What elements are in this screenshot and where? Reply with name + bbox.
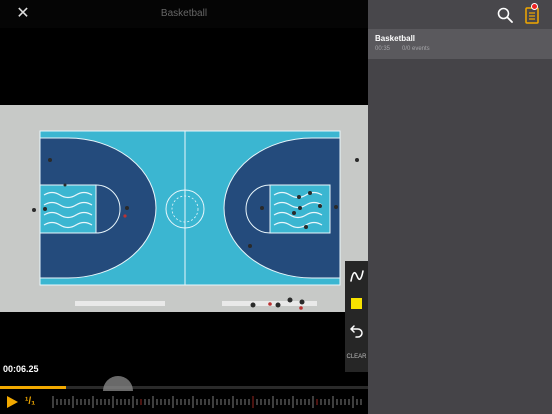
video-frame[interactable] bbox=[0, 105, 368, 312]
play-icon[interactable] bbox=[4, 394, 20, 410]
scrub-track[interactable] bbox=[0, 386, 368, 389]
session-title: Basketball bbox=[375, 34, 416, 43]
session-events-count: 0/0 events bbox=[402, 46, 430, 52]
timeline-ticks[interactable] bbox=[52, 395, 362, 409]
timecode-label: 00:06.25 bbox=[3, 364, 39, 374]
undo-icon[interactable] bbox=[345, 317, 368, 345]
playback-speed[interactable]: ¹/₁ bbox=[25, 396, 35, 407]
session-duration: 00:35 bbox=[375, 46, 391, 52]
basketball-court-image bbox=[0, 105, 368, 312]
drawing-toolbar: CLEAR bbox=[345, 261, 368, 372]
playback-bar: ¹/₁ bbox=[0, 391, 368, 414]
freehand-pen-icon[interactable] bbox=[345, 263, 368, 289]
sessions-sidebar: Basketball 00:35 0/0 events bbox=[368, 0, 552, 414]
scrub-progress bbox=[0, 386, 67, 389]
window-title: Basketball bbox=[160, 8, 208, 19]
session-list-item[interactable]: Basketball 00:35 0/0 events bbox=[368, 29, 552, 59]
top-bar: ✕ Basketball bbox=[0, 0, 368, 28]
video-pane: ✕ Basketball CLEAR 00:06.25 ¹/₁ bbox=[0, 0, 368, 414]
search-icon[interactable] bbox=[496, 6, 514, 24]
color-swatch bbox=[351, 297, 362, 309]
notification-badge bbox=[531, 3, 538, 10]
color-picker-button[interactable] bbox=[345, 291, 368, 315]
clear-button[interactable]: CLEAR bbox=[345, 349, 368, 365]
sidebar-header bbox=[368, 0, 552, 29]
